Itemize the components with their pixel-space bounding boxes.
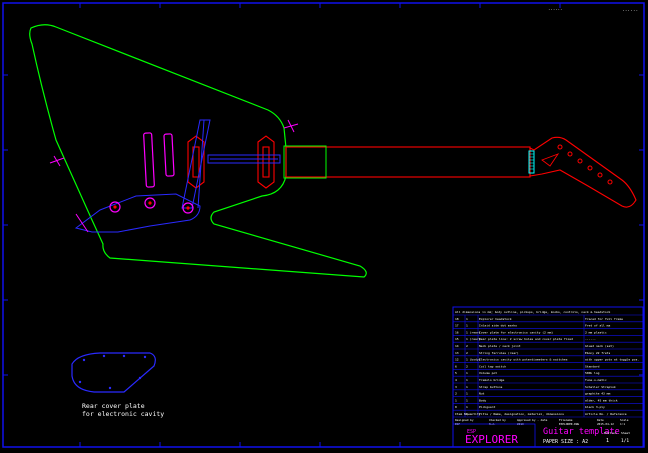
title-block: All dimensions in mm; body outline, pick… [452,306,644,448]
neck-heel [283,145,327,179]
brand-name: EXPLORER [465,433,518,446]
parts-row-description: Strap buttons [479,385,503,389]
headstock-outline [529,136,637,208]
parts-row-item-no: 1 [455,398,457,402]
parts-row-note: graphite 43 mm [585,392,610,396]
parts-row-note: Glued neck (set) [585,344,614,348]
parts-row-item-no: 16 [455,330,459,334]
parts-row-note: Standard [585,364,600,368]
parts-row-description: Volume pot [479,371,497,375]
title-block-header-note: All dimensions in mm; body outline, pick… [455,310,611,314]
corner-label-tag: ...... [622,8,638,13]
meta-value: 2015-04-12 [597,422,614,426]
parts-row-quantity: 1 [466,317,468,321]
sheet-value: 1/1 [621,438,629,444]
parts-row-note: alder, 45 mm thick [585,398,618,402]
rear-cover-plate [71,352,156,393]
parts-row-description: String ferrules (rear) [479,351,519,355]
parts-row-quantity: 1 [466,398,468,402]
cad-drawing-canvas: ...... ...... Rear cover plate for elect… [2,2,645,448]
parts-row-quantity: 2 [466,344,468,348]
tuner-holes [557,144,613,185]
parts-row-quantity: 1 [466,324,468,328]
parts-row-item-no: 14 [455,344,459,348]
meta-value: EXPLORER.DWG [559,422,580,426]
corner-label-small: ...... [548,6,562,11]
parts-row-item-no: 0 [455,405,457,409]
body-outline [29,24,367,278]
meta-value: 1:1 [620,422,625,426]
parts-row-item-no: 4 [455,378,457,382]
parts-row-note: 2 mm plastic [585,330,607,334]
bridge-assembly [181,119,281,209]
parts-row-item-no: 2 [455,392,457,396]
parts-row-description: Rear plate line: 2 screw holes and cover… [479,337,573,341]
parts-row-description: Cover plate for electronics cavity (2 mm… [479,330,553,334]
parts-row-quantity: 1 [466,385,468,389]
edition-value: 1 [606,438,609,444]
control-knobs [109,197,194,214]
strap-button-markers [49,119,299,233]
parts-column-header: Title / Name, designation, material, dim… [479,412,564,416]
parts-row-description: Pickguard [479,405,495,409]
parts-row-note: with upper pots at toggle pos. [585,358,639,362]
parts-row-quantity: 1 [466,371,468,375]
edition-label: Edition [604,431,617,435]
parts-row-note: black 3-ply [585,405,605,409]
rear-plate-note-line-2: for electronic cavity [82,410,164,418]
parts-row-note: Fret of all ma [585,324,610,328]
rear-plate-note-line-1: Rear cover plate [82,402,145,410]
parts-row-item-no: 12 [455,358,459,362]
parts-row-description: Inlaid side dot marks [479,324,517,328]
parts-row-item-no: 3 [455,385,457,389]
paper-size: PAPER SIZE : A2 [543,439,588,445]
parts-row-quantity: 1 [466,378,468,382]
parts-row-note: Ebony 22 frets [585,351,610,355]
parts-row-description: Neck plate / neck joint [479,344,521,348]
parts-row-item-no: 17 [455,324,459,328]
parts-row-item-no: 13 [455,351,459,355]
parts-row-note: Traced for full frame [585,317,623,321]
parts-row-description: Tremolo bridge [479,378,504,382]
parts-row-description: Electronics cavity with potentiometers &… [479,358,568,362]
parts-row-description: Coil tap switch [479,364,506,368]
parts-row-description: Explorer headstock [479,317,512,321]
parts-row-note: Tune-o-matic [585,378,607,382]
drawing-frame [2,2,645,448]
parts-row-note: ------ [585,337,596,341]
parts-row-note: 500k log [585,371,600,375]
parts-column-header: Article No. / Reference [585,412,627,416]
parts-row-item-no: 6 [455,364,457,368]
parts-row-note: Schaller Straplok [585,385,616,389]
parts-row-quantity: 1 [466,405,468,409]
parts-row-description: Body [479,398,486,402]
parts-row-item-no: 18 [455,317,459,321]
parts-row-quantity: 2 [466,351,468,355]
switch-slots [143,132,175,188]
parts-row-quantity: 2 [466,364,468,368]
sheet-label: Sheet [621,431,630,435]
parts-row-item-no: 5 [455,371,457,375]
rear-cover-screws [78,354,147,390]
parts-row-item-no: 15 [455,337,459,341]
headstock-vee [541,153,560,167]
neck-outline [285,146,531,178]
parts-row-quantity: 1 [466,392,468,396]
parts-row-description: Nut [479,392,485,396]
